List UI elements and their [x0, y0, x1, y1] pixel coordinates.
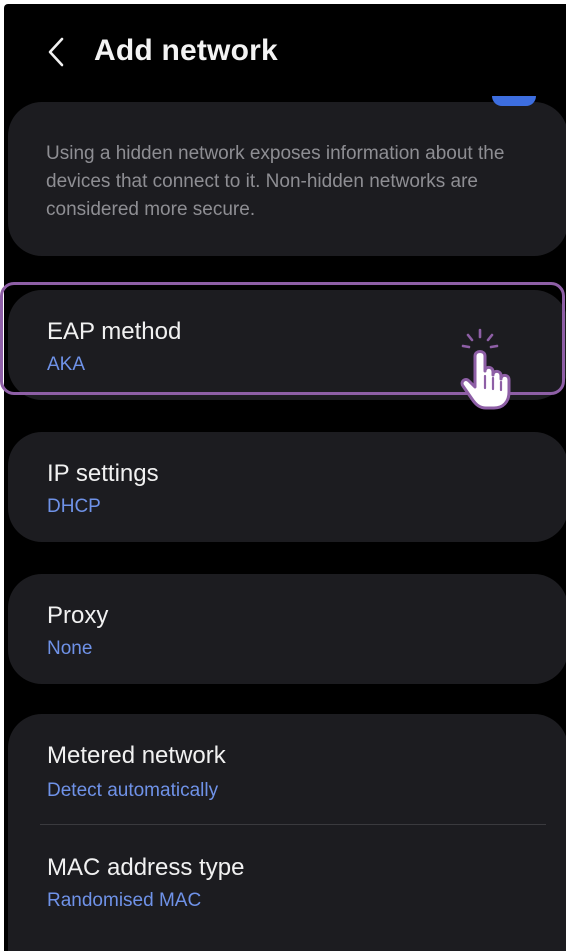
network-options-card: Metered network Detect automatically MAC…	[8, 714, 566, 951]
metered-network-setting[interactable]: Metered network Detect automatically	[8, 714, 566, 824]
page-title: Add network	[94, 34, 278, 67]
chevron-left-icon	[48, 37, 64, 67]
mac-address-type-value: Randomised MAC	[47, 890, 202, 911]
proxy-value: None	[47, 638, 93, 659]
hidden-network-info: Using a hidden network exposes informati…	[46, 143, 505, 220]
metered-network-value: Detect automatically	[47, 780, 219, 801]
mac-address-type-setting[interactable]: MAC address type Randomised MAC	[8, 826, 566, 936]
mac-address-type-label: MAC address type	[47, 854, 245, 881]
metered-network-label: Metered network	[47, 742, 226, 769]
eap-method-label: EAP method	[47, 318, 182, 345]
hidden-network-toggle[interactable]	[492, 96, 536, 106]
divider	[40, 824, 546, 825]
tap-hand-icon	[460, 328, 511, 410]
proxy-setting[interactable]: Proxy None	[8, 574, 566, 684]
ip-settings-label: IP settings	[47, 460, 159, 487]
eap-method-value: AKA	[47, 354, 86, 375]
proxy-label: Proxy	[47, 602, 109, 629]
app-header: Add network	[4, 4, 566, 100]
ip-settings-value: DHCP	[47, 496, 101, 517]
ip-settings-setting[interactable]: IP settings DHCP	[8, 432, 566, 542]
phone-screen: Add network Using a hidden network expos…	[4, 4, 566, 951]
hidden-network-card: Using a hidden network exposes informati…	[8, 96, 566, 256]
back-button[interactable]	[40, 30, 74, 74]
